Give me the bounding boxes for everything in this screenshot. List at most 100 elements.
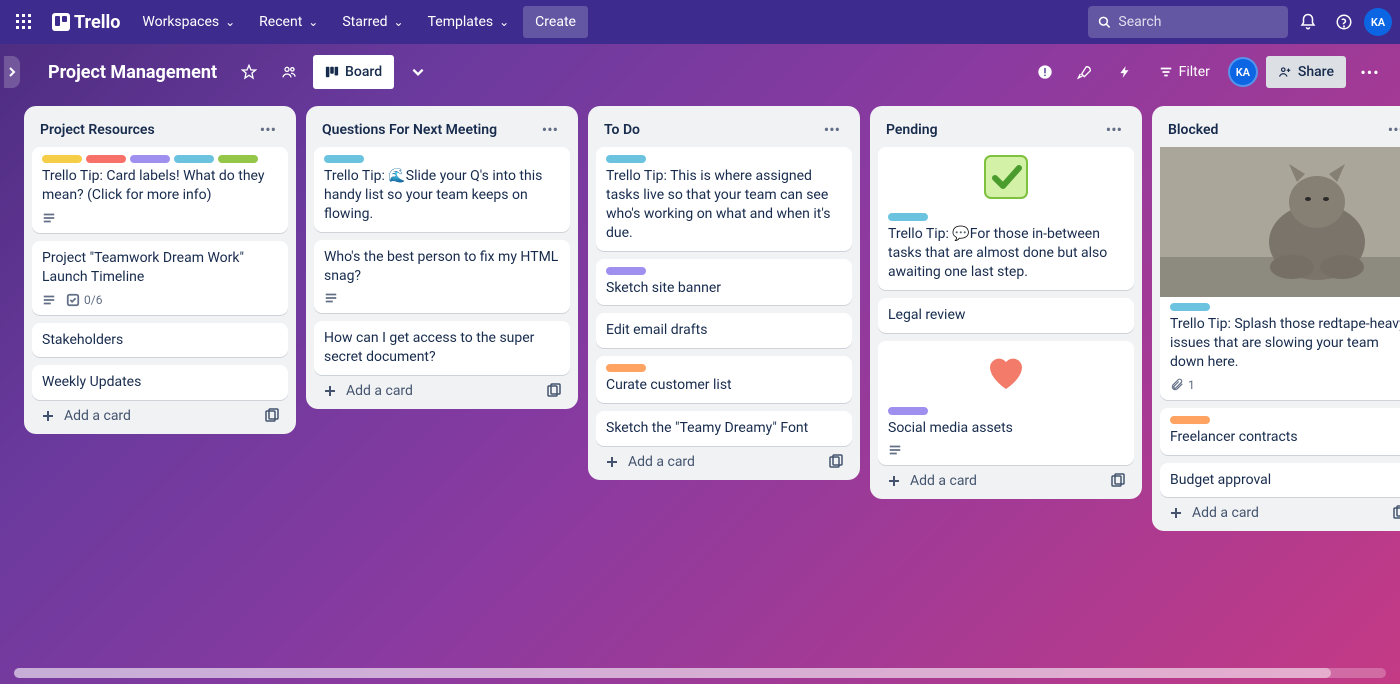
scrollbar-thumb[interactable] xyxy=(14,668,1331,678)
card[interactable]: Sketch the "Teamy Dreamy" Font xyxy=(596,411,852,446)
nav-label: Starred xyxy=(342,14,387,30)
description-badge xyxy=(324,291,338,305)
label-orange[interactable] xyxy=(1170,416,1210,424)
card-title: Social media assets xyxy=(888,419,1124,438)
add-card-button[interactable]: Add a card xyxy=(314,375,570,401)
list-menu-button[interactable]: ••• xyxy=(538,118,562,141)
list: Blocked ••• Trello Tip: Splash those redta… xyxy=(1152,106,1400,531)
label-yellow[interactable] xyxy=(42,155,82,163)
customize-views-button[interactable] xyxy=(402,56,434,88)
list-title[interactable]: To Do xyxy=(604,122,640,138)
card-labels xyxy=(42,155,278,163)
checklist-badge: 0/6 xyxy=(66,293,102,307)
trello-logo[interactable]: Trello xyxy=(44,12,128,33)
card[interactable]: Trello Tip: This is where assigned tasks… xyxy=(596,147,852,251)
board-menu-button[interactable]: ••• xyxy=(1354,56,1386,88)
card-labels xyxy=(606,267,842,275)
card-template-button[interactable] xyxy=(1110,473,1126,489)
label-sky[interactable] xyxy=(606,155,646,163)
label-sky[interactable] xyxy=(174,155,214,163)
list-menu-button[interactable]: ••• xyxy=(1384,118,1400,141)
card[interactable]: Project "Teamwork Dream Work" Launch Tim… xyxy=(32,241,288,315)
card[interactable]: Weekly Updates xyxy=(32,365,288,400)
list-title[interactable]: Pending xyxy=(886,122,938,138)
list: Questions For Next Meeting ••• Trello Tip:… xyxy=(306,106,578,409)
card[interactable]: Freelancer contracts xyxy=(1160,408,1400,455)
add-card-button[interactable]: Add a card xyxy=(1160,497,1400,523)
help-icon xyxy=(1335,13,1353,31)
card-template-button[interactable] xyxy=(264,408,280,424)
nav-templates[interactable]: Templates⌄ xyxy=(418,6,520,38)
label-purple[interactable] xyxy=(130,155,170,163)
card[interactable]: Who's the best person to fix my HTML sna… xyxy=(314,240,570,314)
share-button[interactable]: Share xyxy=(1266,56,1346,88)
card-badges xyxy=(324,291,560,305)
add-card-button[interactable]: Add a card xyxy=(32,400,288,426)
card-badges: 0/6 xyxy=(42,293,278,307)
card-title: Project "Teamwork Dream Work" Launch Tim… xyxy=(42,249,278,287)
board-title[interactable]: Project Management xyxy=(40,62,225,83)
account-avatar[interactable]: KA xyxy=(1364,8,1392,36)
card[interactable]: Social media assets xyxy=(878,341,1134,466)
card[interactable]: Trello Tip: 🌊Slide your Q's into this ha… xyxy=(314,147,570,232)
search-input[interactable] xyxy=(1118,14,1278,30)
expand-sidebar-button[interactable] xyxy=(4,56,20,88)
nav-workspaces[interactable]: Workspaces⌄ xyxy=(132,6,245,38)
help-button[interactable] xyxy=(1328,6,1360,38)
list-title[interactable]: Blocked xyxy=(1168,122,1218,138)
list-menu-button[interactable]: ••• xyxy=(1102,118,1126,141)
board-member-avatar[interactable]: KA xyxy=(1228,57,1258,87)
label-purple[interactable] xyxy=(606,267,646,275)
app-switcher-button[interactable] xyxy=(8,6,40,38)
add-card-button[interactable]: Add a card xyxy=(878,465,1134,491)
nav-recent[interactable]: Recent⌄ xyxy=(249,6,328,38)
card[interactable]: Trello Tip: Card labels! What do they me… xyxy=(32,147,288,233)
list-title[interactable]: Questions For Next Meeting xyxy=(322,122,497,138)
automation-button[interactable] xyxy=(1109,56,1141,88)
visibility-button[interactable] xyxy=(273,56,305,88)
card-labels xyxy=(324,155,560,163)
label-lime[interactable] xyxy=(218,155,258,163)
card[interactable]: Sketch site banner xyxy=(596,259,852,306)
create-label: Create xyxy=(535,14,576,30)
card[interactable]: How can I get access to the super secret… xyxy=(314,321,570,375)
list-menu-button[interactable]: ••• xyxy=(820,118,844,141)
nav-starred[interactable]: Starred⌄ xyxy=(332,6,413,38)
card-title: Legal review xyxy=(888,306,1124,325)
card[interactable]: Budget approval xyxy=(1160,463,1400,498)
label-orange[interactable] xyxy=(606,364,646,372)
board-view-switcher[interactable]: Board xyxy=(313,55,394,89)
filter-button[interactable]: Filter xyxy=(1149,56,1220,88)
grid-icon xyxy=(16,14,32,30)
card-labels xyxy=(888,407,1124,415)
alert-icon xyxy=(1037,64,1053,80)
card-template-button[interactable] xyxy=(828,454,844,470)
board-canvas[interactable]: Project Resources ••• Trello Tip: Card lab… xyxy=(0,100,1400,684)
card-template-button[interactable] xyxy=(1392,505,1400,521)
create-button[interactable]: Create xyxy=(523,6,588,38)
label-sky[interactable] xyxy=(888,213,928,221)
card[interactable]: Curate customer list xyxy=(596,356,852,403)
star-button[interactable] xyxy=(233,56,265,88)
card[interactable]: Stakeholders xyxy=(32,323,288,358)
powerups-button[interactable] xyxy=(1069,56,1101,88)
notifications-button[interactable] xyxy=(1292,6,1324,38)
card[interactable]: Trello Tip: 💬For those in-between tasks … xyxy=(878,147,1134,290)
list-menu-button[interactable]: ••• xyxy=(256,118,280,141)
view-label: Board xyxy=(345,64,382,80)
card-template-button[interactable] xyxy=(546,383,562,399)
label-sky[interactable] xyxy=(1170,303,1210,311)
alert-button[interactable] xyxy=(1029,56,1061,88)
card[interactable]: Trello Tip: Splash those redtape-heavy i… xyxy=(1160,147,1400,400)
card-title: Sketch site banner xyxy=(606,279,842,298)
horizontal-scrollbar[interactable] xyxy=(14,668,1386,678)
label-sky[interactable] xyxy=(324,155,364,163)
attachment-badge: 1 xyxy=(1170,378,1195,392)
search-box[interactable] xyxy=(1088,6,1288,38)
label-purple[interactable] xyxy=(888,407,928,415)
card[interactable]: Edit email drafts xyxy=(596,313,852,348)
card[interactable]: Legal review xyxy=(878,298,1134,333)
list-title[interactable]: Project Resources xyxy=(40,122,155,138)
label-red[interactable] xyxy=(86,155,126,163)
add-card-button[interactable]: Add a card xyxy=(596,446,852,472)
